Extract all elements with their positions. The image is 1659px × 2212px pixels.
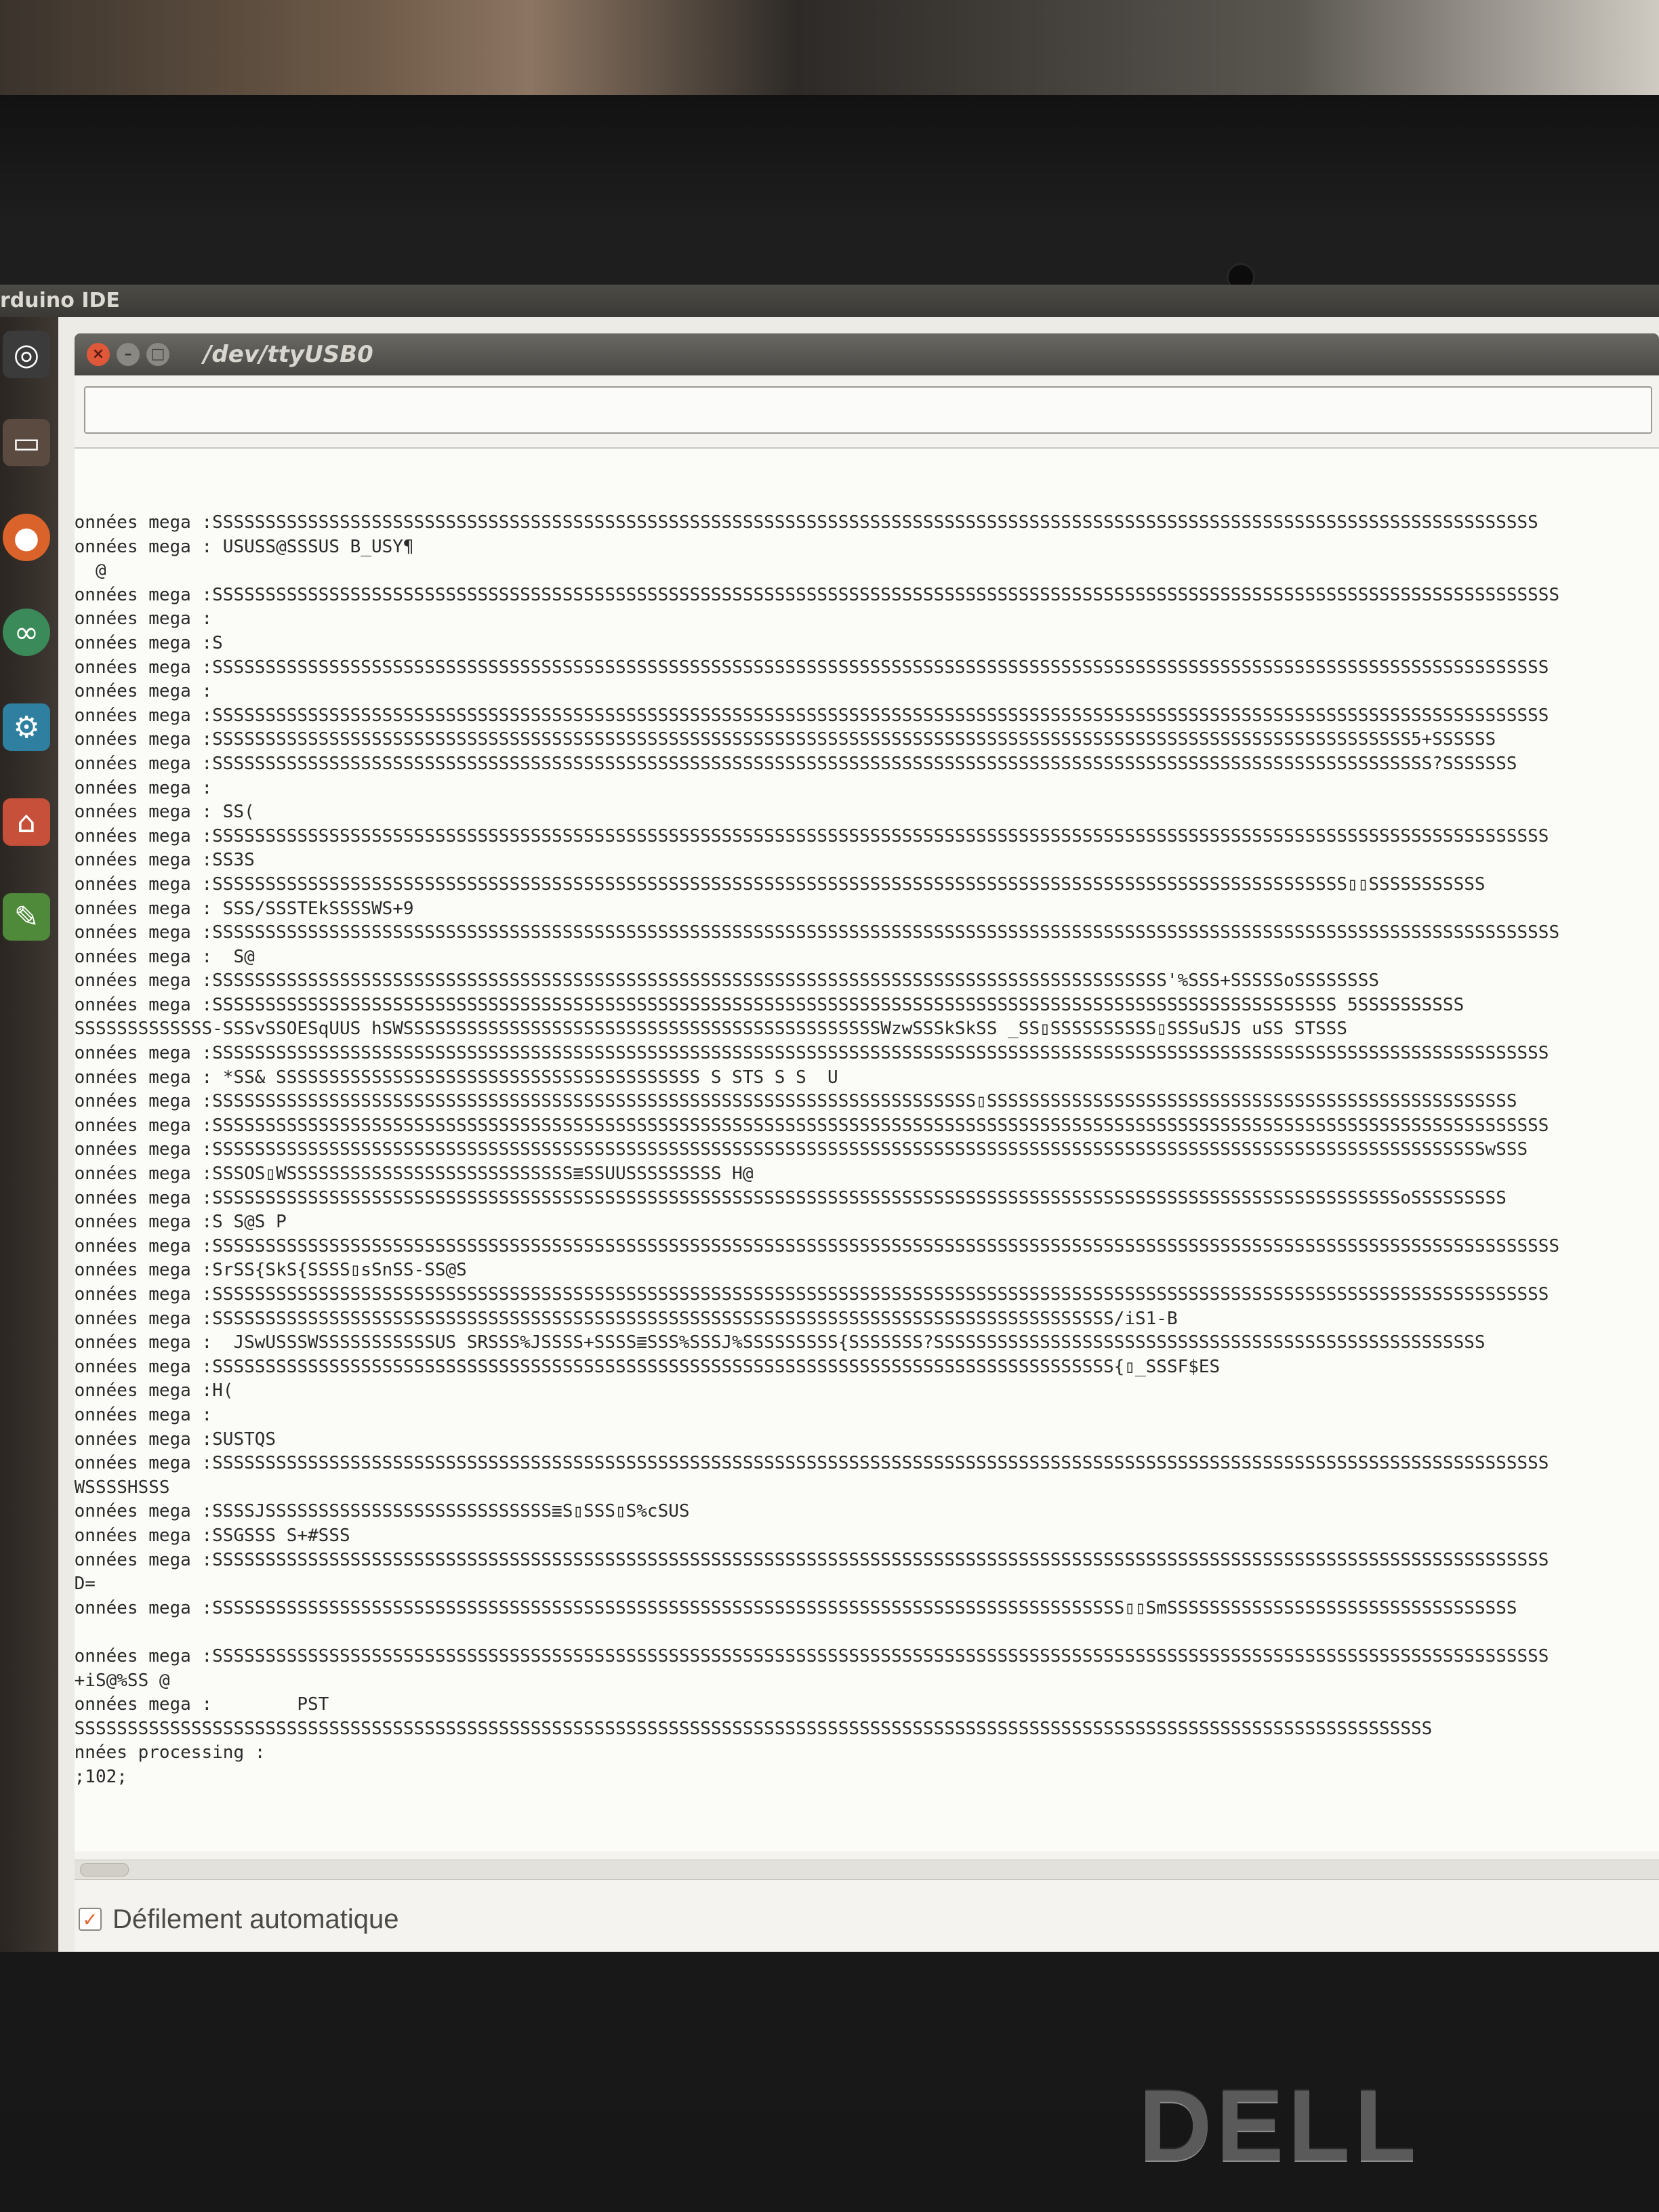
serial-line: SWSSSSHSSS [75,1477,170,1498]
serial-line: données mega :SSSSSSSSSSSSSSSSSSSSSSSSSS… [75,1139,1528,1160]
serial-line: données mega :SSSSSSSSSSSSSSSSSSSSSSSSSS… [75,970,1380,991]
serial-line: @ [95,560,106,581]
firefox-icon[interactable]: ● [3,514,50,561]
serial-line: données mega :SSSSJSSSSSSSSSSSSSSSSSSSSS… [75,1501,690,1522]
text-editor-icon[interactable]: ✎ [3,893,50,941]
serial-line: données mega :SSSSSSSSSSSSSSSSSSSSSSSSSS… [75,1356,1221,1377]
serial-line: S [75,1620,1559,1645]
serial-line: données mega :SSSSSSSSSSSSSSSSSSSSSSSSSS… [75,1115,1549,1136]
serial-line: données mega :SSSSSSSSSSSSSSSSSSSSSSSSSS… [75,512,1538,533]
serial-line: données mega :SSSSSSSSSSSSSSSSSSSSSSSSSS… [75,1645,1549,1666]
scrollbar-thumb[interactable] [80,1863,129,1877]
dell-logo: DELL [1139,2068,1420,2182]
serial-log: données mega :SSSSSSSSSSSSSSSSSSSSSSSSSS… [75,511,1559,1789]
serial-monitor-window: × – □ /dev/ttyUSB0 données mega :SSSSSSS… [75,333,1659,1952]
serial-line: données mega : USUSS@SSSUS B_USY¶ [75,536,414,557]
serial-output-area[interactable]: données mega :SSSSSSSSSSSSSSSSSSSSSSSSSS… [75,447,1659,1851]
serial-line: données mega : [75,777,213,798]
serial-line: données mega :SSSSSSSSSSSSSSSSSSSSSSSSSS… [75,584,1560,605]
serial-line: données mega :SrSS{SkS{SSSS▯sSnSS-SS@S [75,1260,467,1281]
laptop-screen: rduino IDE ◎ ▭ ● ∞ ⚙ ⌂ ✎ × – □ /dev/ttyU… [0,285,1659,1952]
serial-line: données mega :SSGSSS S+#SSS [75,1525,350,1546]
window-title-bar[interactable]: × – □ /dev/ttyUSB0 [75,333,1659,375]
serial-line: données mega :SSSSSSSSSSSSSSSSSSSSSSSSSS… [75,1187,1507,1208]
autoscroll-label: Défilement automatique [112,1904,399,1934]
maximize-button[interactable]: □ [146,343,169,366]
arduino-icon[interactable]: ∞ [3,609,50,656]
serial-line: données mega :SSSSSSSSSSSSSSSSSSSSSSSSSS… [75,825,1549,846]
serial-line: données mega :SSSSSSSSSSSSSSSSSSSSSSSSSS… [75,1597,1517,1618]
autoscroll-row: ✓ Défilement automatique [75,1899,398,1940]
serial-line: données mega :SS3S [75,850,255,871]
store-icon[interactable]: ⌂ [3,798,50,846]
settings-icon[interactable]: ⚙ [3,703,50,751]
serial-line: données mega : SS( [75,802,255,823]
ide-title: rduino IDE [0,289,120,312]
serial-line: UD= [75,1574,96,1595]
serial-line: données mega :SSSOS▯WSSSSSSSSSSSSSSSSSSS… [75,1164,754,1185]
window-title: /dev/ttyUSB0 [203,341,373,368]
serial-line: données mega :H( [75,1380,234,1401]
serial-line: données mega : SSS/SSSTEkSSSSWS+9 [75,898,414,919]
serial-line: données mega :SSSSSSSSSSSSSSSSSSSSSSSSSS… [75,874,1486,895]
unity-launcher: ◎ ▭ ● ∞ ⚙ ⌂ ✎ [0,317,58,1952]
close-button[interactable]: × [87,343,110,366]
serial-line: onnées processing : [75,1742,266,1763]
serial-line: données mega :SSSSSSSSSSSSSSSSSSSSSSSSSS… [75,657,1549,678]
serial-line: données mega :SSSSSSSSSSSSSSSSSSSSSSSSSS… [75,1043,1549,1064]
serial-line: données mega :SSSSSSSSSSSSSSSSSSSSSSSSSS… [75,1453,1549,1474]
serial-line: données mega : JSwUSSSWSSSSSSSSSSSUS SRS… [75,1332,1486,1353]
serial-line: données mega :SSSSSSSSSSSSSSSSSSSSSSSSSS… [75,729,1496,750]
serial-line: données mega :SUSTQS [75,1429,276,1450]
serial-line: données mega :SSSSSSSSSSSSSSSSSSSSSSSSSS… [75,1091,1517,1112]
ide-title-bar: rduino IDE [0,285,1659,317]
serial-line: SSSSSSSSSSSSSS-SSSvSSOESqUUS hSWSSSSSSSS… [75,1019,1348,1040]
serial-line: données mega :SSSSSSSSSSSSSSSSSSSSSSSSSS… [75,922,1560,943]
serial-line: données mega :SSSSSSSSSSSSSSSSSSSSSSSSSS… [75,753,1517,774]
serial-line: données mega :SSSSSSSSSSSSSSSSSSSSSSSSSS… [75,705,1549,726]
serial-line: données mega :S [75,632,223,653]
minimize-button[interactable]: – [117,343,140,366]
ubuntu-dash-icon[interactable]: ◎ [3,331,50,378]
serial-line: données mega :SSSSSSSSSSSSSSSSSSSSSSSSSS… [75,994,1465,1015]
files-icon[interactable]: ▭ [3,419,50,466]
serial-line: données mega :SSSSSSSSSSSSSSSSSSSSSSSSSS… [75,1308,1178,1329]
serial-line: données mega : *SS& SSSSSSSSSSSSSSSSSSSS… [75,1067,838,1088]
serial-line: données mega : [75,609,213,630]
horizontal-scrollbar[interactable] [75,1860,1659,1880]
serial-line: SSSSSSSSSSSSSSSSSSSSSSSSSSSSSSSSSSSSSSSS… [75,1718,1433,1739]
serial-line: données mega :SSSSSSSSSSSSSSSSSSSSSSSSSS… [75,1549,1549,1570]
serial-line: lonnées mega : PST [75,1694,329,1715]
serial-line: données mega : [75,681,213,702]
serial-line: 1;102; [75,1766,127,1787]
serial-line: données mega :SSSSSSSSSSSSSSSSSSSSSSSSSS… [75,1235,1560,1256]
serial-line: données mega :S S@S P [75,1212,287,1233]
background-scene [0,0,1659,108]
serial-line: données mega : S@ [75,946,255,967]
serial-line: S+iS@%SS @ [75,1670,170,1691]
autoscroll-checkbox[interactable]: ✓ [79,1908,102,1931]
serial-line: données mega :SSSSSSSSSSSSSSSSSSSSSSSSSS… [75,1284,1549,1305]
serial-send-input[interactable] [84,386,1652,434]
serial-line: données mega : [75,1404,213,1425]
